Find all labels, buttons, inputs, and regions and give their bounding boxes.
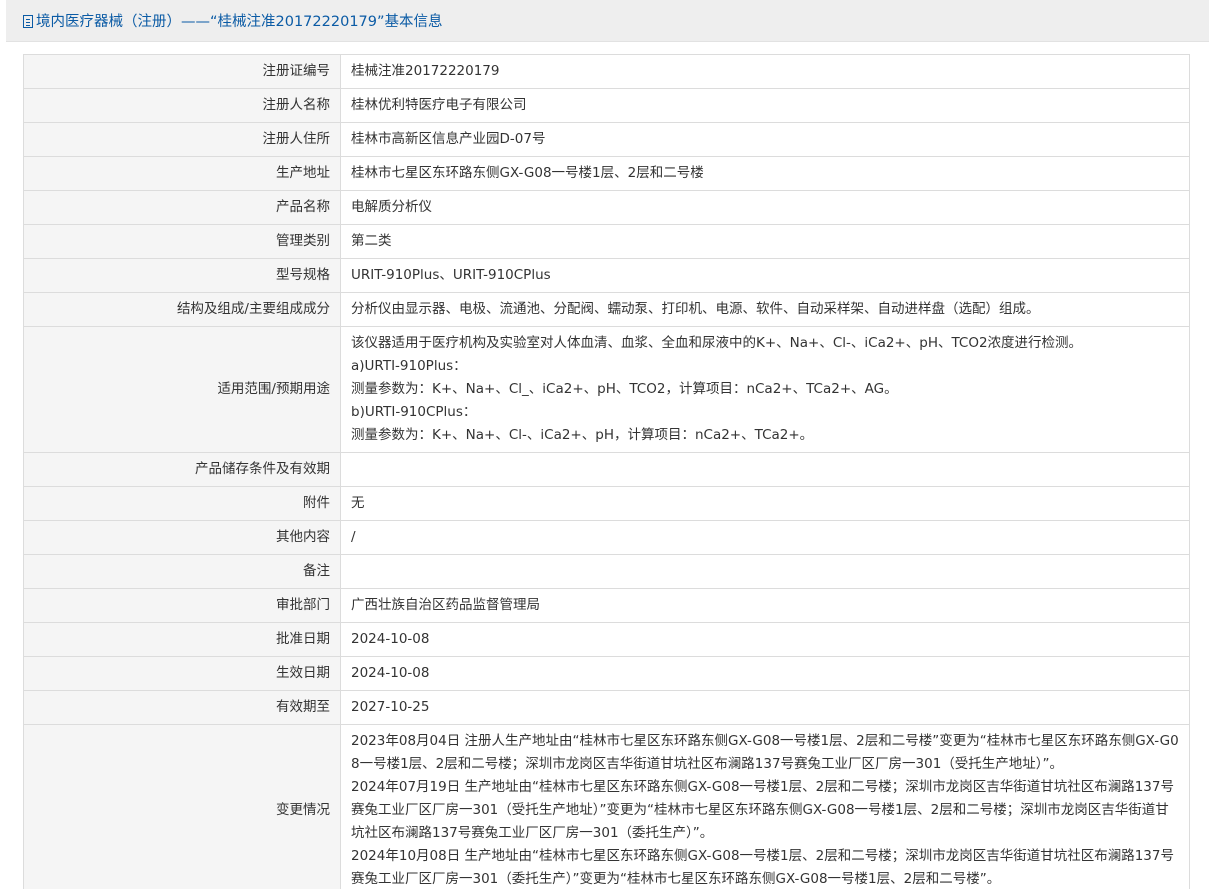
field-label: 其他内容 bbox=[23, 520, 341, 555]
field-value: 2024-10-08 bbox=[340, 622, 1190, 657]
field-label: 产品储存条件及有效期 bbox=[23, 452, 341, 487]
field-value: 2023年08月04日 注册人生产地址由“桂林市七星区东环路东侧GX-G08一号… bbox=[340, 724, 1190, 889]
table-row: 注册证编号 桂械注准20172220179 bbox=[23, 54, 1190, 89]
table-row: 管理类别 第二类 bbox=[23, 224, 1190, 259]
table-row: 批准日期 2024-10-08 bbox=[23, 622, 1190, 657]
field-value: 桂械注准20172220179 bbox=[340, 54, 1190, 89]
table-row: 附件 无 bbox=[23, 486, 1190, 521]
value-line: 2023年08月04日 注册人生产地址由“桂林市七星区东环路东侧GX-G08一号… bbox=[351, 733, 1179, 772]
field-value: 桂林优利特医疗电子有限公司 bbox=[340, 88, 1190, 123]
field-label: 产品名称 bbox=[23, 190, 341, 225]
table-row: 产品储存条件及有效期 bbox=[23, 452, 1190, 487]
field-label: 变更情况 bbox=[23, 724, 341, 889]
field-value: 桂林市高新区信息产业园D-07号 bbox=[340, 122, 1190, 157]
info-panel: 注册证编号 桂械注准20172220179 注册人名称 桂林优利特医疗电子有限公… bbox=[23, 54, 1190, 889]
value-line: a)URTI-910Plus： bbox=[351, 358, 467, 374]
table-row: 变更情况 2023年08月04日 注册人生产地址由“桂林市七星区东环路东侧GX-… bbox=[23, 724, 1190, 889]
field-label: 注册人名称 bbox=[23, 88, 341, 123]
table-row: 有效期至 2027-10-25 bbox=[23, 690, 1190, 725]
field-label: 生产地址 bbox=[23, 156, 341, 191]
value-line: 测量参数为：K+、Na+、Cl_、iCa2+、pH、TCO2，计算项目：nCa2… bbox=[351, 381, 898, 397]
table-row: 审批部门 广西壮族自治区药品监督管理局 bbox=[23, 588, 1190, 623]
field-value: 2024-10-08 bbox=[340, 656, 1190, 691]
field-value: / bbox=[340, 520, 1190, 555]
field-value: 电解质分析仪 bbox=[340, 190, 1190, 225]
table-row: 注册人名称 桂林优利特医疗电子有限公司 bbox=[23, 88, 1190, 123]
table-row: 型号规格 URIT-910Plus、URIT-910CPlus bbox=[23, 258, 1190, 293]
field-label: 管理类别 bbox=[23, 224, 341, 259]
table-row: 其他内容 / bbox=[23, 520, 1190, 555]
field-label: 注册人住所 bbox=[23, 122, 341, 157]
page: 境内医疗器械（注册）——“桂械注准20172220179”基本信息 注册证编号 … bbox=[0, 0, 1209, 889]
field-value: 该仪器适用于医疗机构及实验室对人体血清、血浆、全血和尿液中的K+、Na+、Cl-… bbox=[340, 326, 1190, 453]
page-title-bar: 境内医疗器械（注册）——“桂械注准20172220179”基本信息 bbox=[6, 0, 1209, 42]
table-row: 备注 bbox=[23, 554, 1190, 589]
field-value: 广西壮族自治区药品监督管理局 bbox=[340, 588, 1190, 623]
field-value: 2027-10-25 bbox=[340, 690, 1190, 725]
field-value: 桂林市七星区东环路东侧GX-G08一号楼1层、2层和二号楼 bbox=[340, 156, 1190, 191]
page-title: 境内医疗器械（注册）——“桂械注准20172220179”基本信息 bbox=[36, 14, 443, 30]
table-row: 生效日期 2024-10-08 bbox=[23, 656, 1190, 691]
field-label: 有效期至 bbox=[23, 690, 341, 725]
field-label: 批准日期 bbox=[23, 622, 341, 657]
value-line: 2024年10月08日 生产地址由“桂林市七星区东环路东侧GX-G08一号楼1层… bbox=[351, 848, 1174, 887]
field-value: 分析仪由显示器、电极、流通池、分配阀、蠕动泵、打印机、电源、软件、自动采样架、自… bbox=[340, 292, 1190, 327]
field-label: 审批部门 bbox=[23, 588, 341, 623]
field-label: 附件 bbox=[23, 486, 341, 521]
field-value: 第二类 bbox=[340, 224, 1190, 259]
field-label: 型号规格 bbox=[23, 258, 341, 293]
field-label: 备注 bbox=[23, 554, 341, 589]
table-row: 注册人住所 桂林市高新区信息产业园D-07号 bbox=[23, 122, 1190, 157]
document-icon bbox=[23, 14, 33, 28]
table-row: 结构及组成/主要组成成分 分析仪由显示器、电极、流通池、分配阀、蠕动泵、打印机、… bbox=[23, 292, 1190, 327]
table-row: 生产地址 桂林市七星区东环路东侧GX-G08一号楼1层、2层和二号楼 bbox=[23, 156, 1190, 191]
value-line: b)URTI-910CPlus： bbox=[351, 404, 477, 420]
table-row: 产品名称 电解质分析仪 bbox=[23, 190, 1190, 225]
field-label: 注册证编号 bbox=[23, 54, 341, 89]
value-line: 2024年07月19日 生产地址由“桂林市七星区东环路东侧GX-G08一号楼1层… bbox=[351, 779, 1174, 841]
field-value: 无 bbox=[340, 486, 1190, 521]
field-label: 生效日期 bbox=[23, 656, 341, 691]
field-value bbox=[340, 554, 1190, 589]
field-label: 结构及组成/主要组成成分 bbox=[23, 292, 341, 327]
field-value bbox=[340, 452, 1190, 487]
field-value: URIT-910Plus、URIT-910CPlus bbox=[340, 258, 1190, 293]
info-table: 注册证编号 桂械注准20172220179 注册人名称 桂林优利特医疗电子有限公… bbox=[23, 54, 1190, 889]
field-label: 适用范围/预期用途 bbox=[23, 326, 341, 453]
table-row: 适用范围/预期用途 该仪器适用于医疗机构及实验室对人体血清、血浆、全血和尿液中的… bbox=[23, 326, 1190, 453]
value-line: 该仪器适用于医疗机构及实验室对人体血清、血浆、全血和尿液中的K+、Na+、Cl-… bbox=[351, 335, 1083, 351]
value-line: 测量参数为：K+、Na+、Cl-、iCa2+、pH，计算项目：nCa2+、TCa… bbox=[351, 427, 814, 443]
